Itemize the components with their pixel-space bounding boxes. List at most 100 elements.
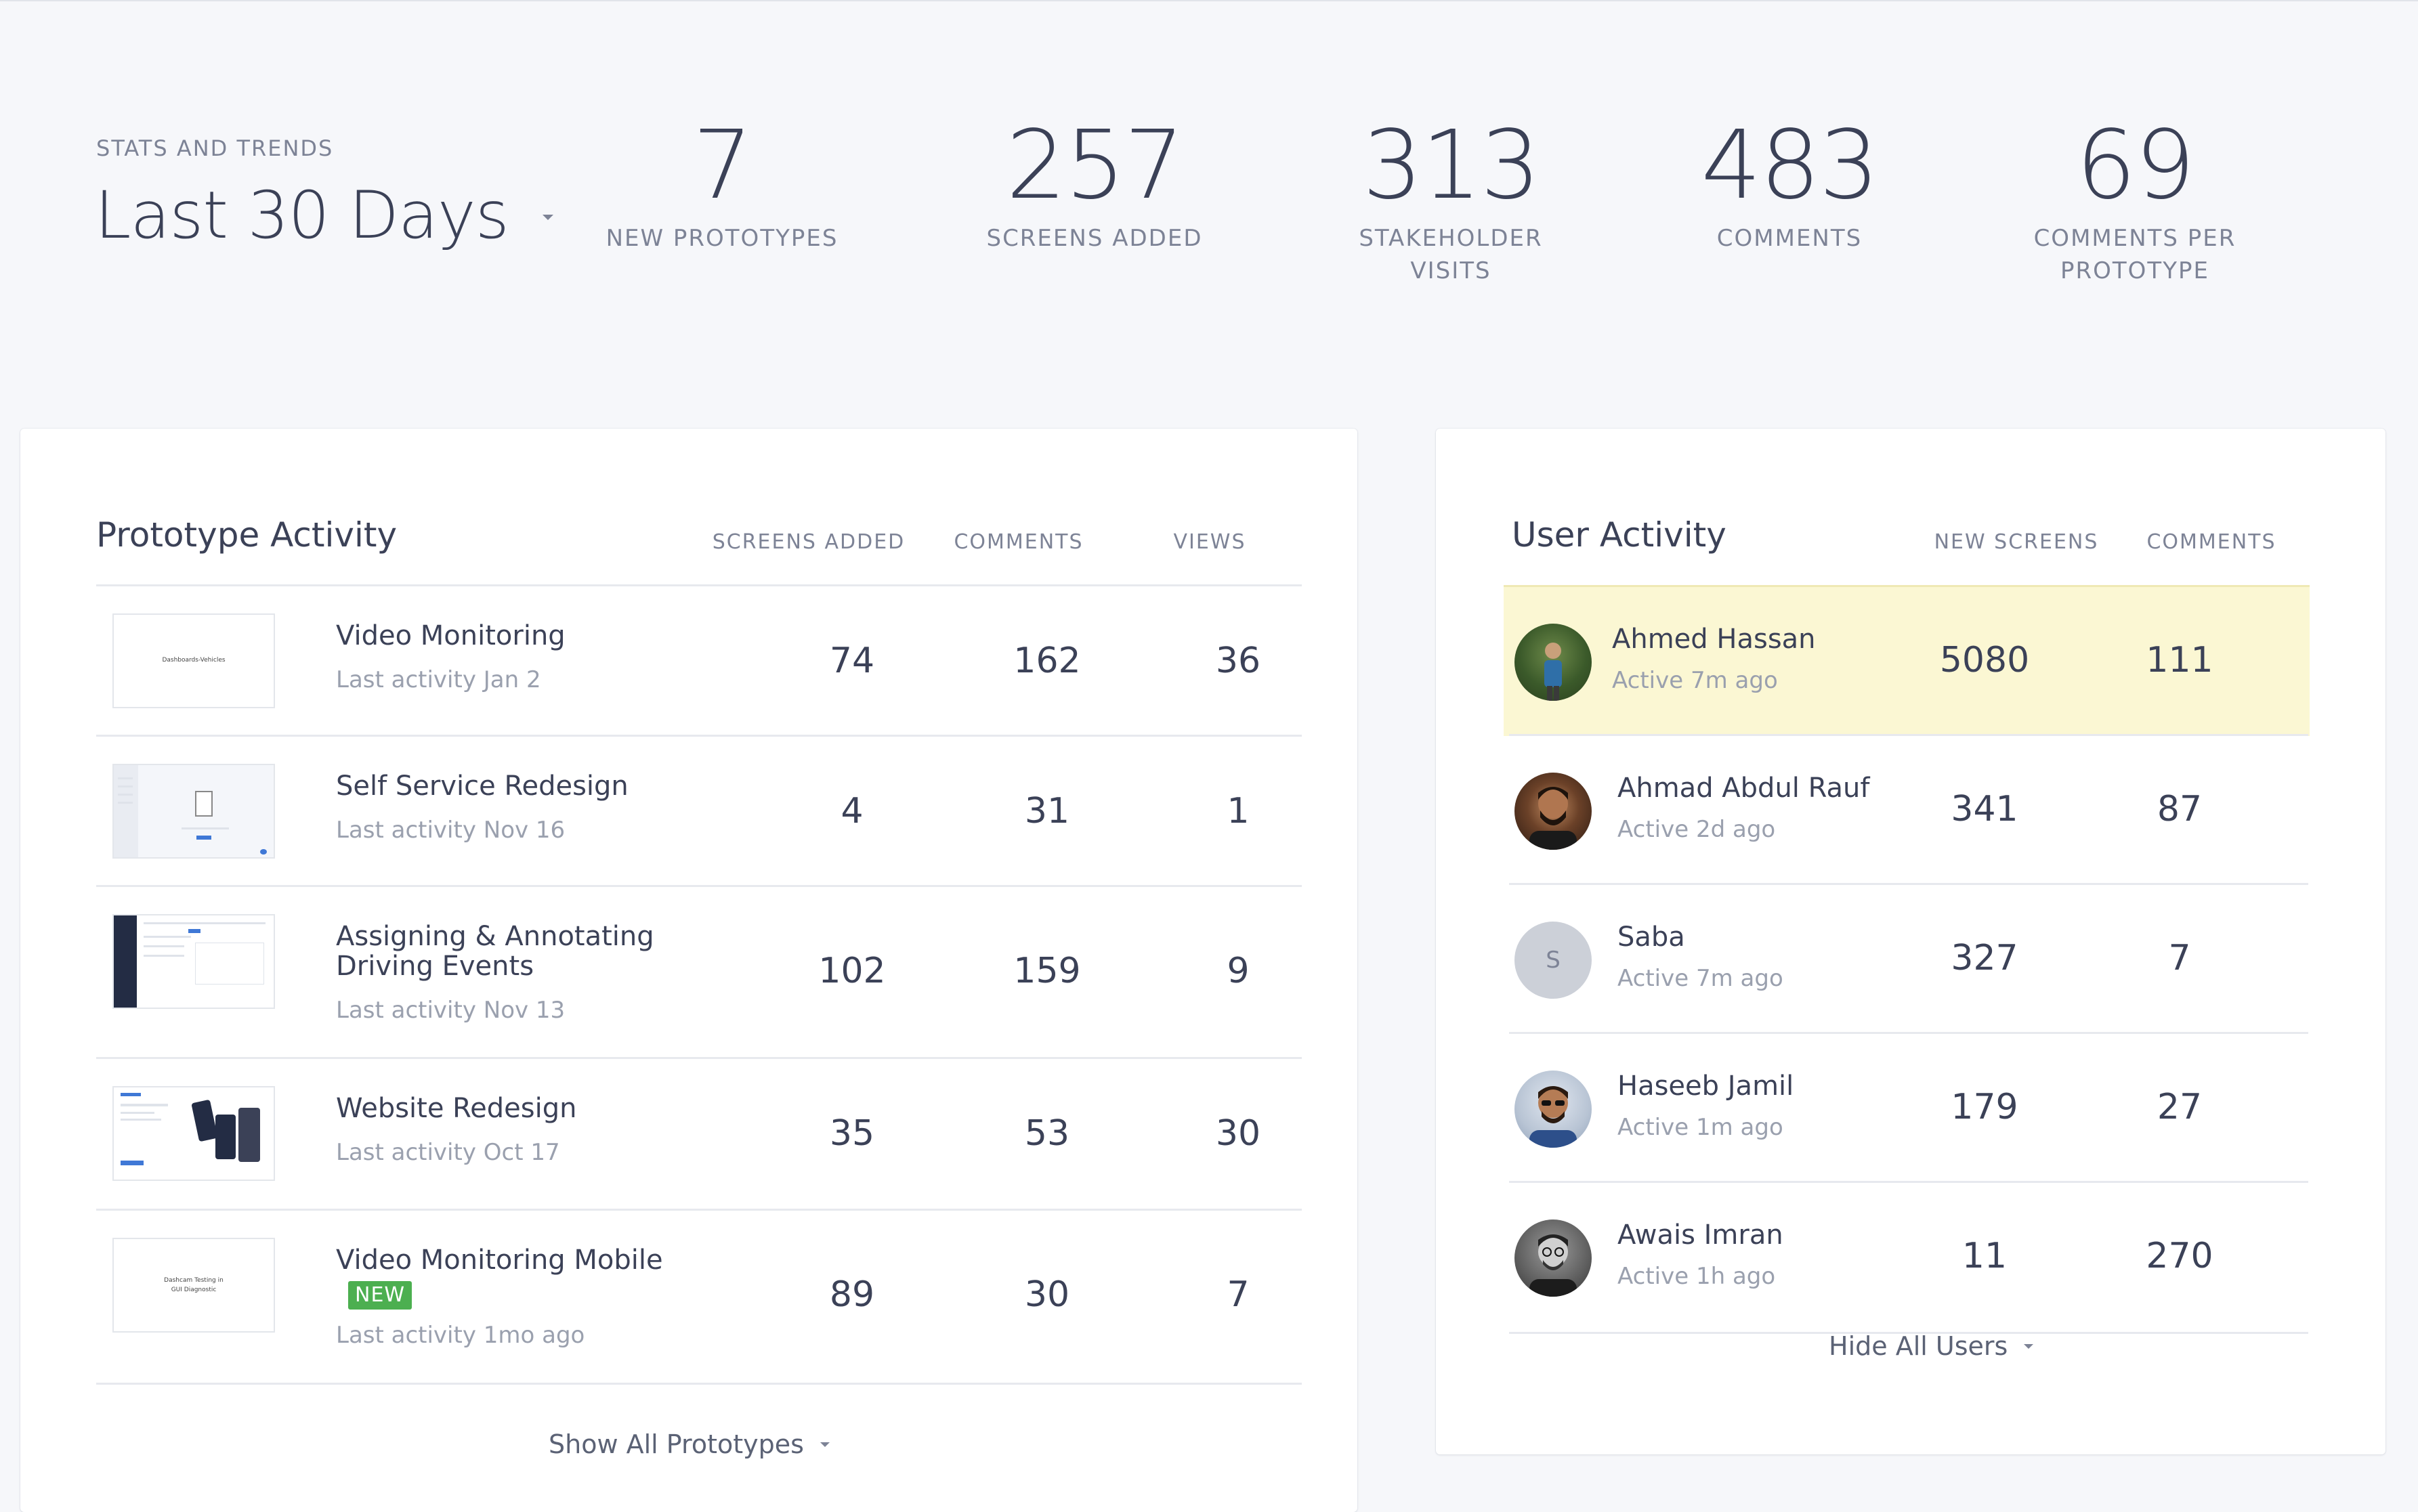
screens-added-value: 89 (829, 1274, 875, 1315)
prototype-last-activity: Last activity Nov 13 (336, 997, 566, 1024)
avatar[interactable] (1514, 773, 1592, 850)
person-icon (1529, 1086, 1577, 1148)
user-row[interactable]: Ahmad Abdul Rauf Active 2d ago 341 87 (1509, 734, 2308, 885)
prototype-thumbnail[interactable]: Dashcam Testing in GUI Diagnostic (112, 1238, 275, 1333)
user-name[interactable]: Saba (1617, 922, 1685, 953)
comments-value: 27 (2157, 1087, 2203, 1127)
prototype-last-activity: Last activity Nov 16 (336, 817, 566, 844)
hide-all-label: Hide All Users (1829, 1331, 2008, 1361)
prototype-name[interactable]: Video Monitoring (336, 620, 566, 651)
column-header-screens-added[interactable]: SCREENS ADDED (707, 530, 910, 554)
prototype-name[interactable]: Self Service Redesign (336, 771, 629, 802)
comments-value: 53 (1024, 1113, 1070, 1154)
stat-label: SCREENS ADDED (986, 225, 1203, 252)
column-header-comments[interactable]: COMMENTS (2113, 530, 2310, 554)
stat-label-line2: VISITS (1410, 257, 1491, 284)
user-row[interactable]: S Saba Active 7m ago 327 7 (1509, 883, 2308, 1034)
avatar-initial: S (1546, 947, 1561, 974)
column-header-views[interactable]: VIEWS (1108, 530, 1311, 554)
prototype-last-activity: Last activity Oct 17 (336, 1139, 560, 1166)
prototype-thumbnail[interactable]: Dashboards-Vehicles (112, 613, 275, 708)
prototype-name[interactable]: Assigning & Annotating (336, 921, 654, 952)
top-divider (0, 0, 2418, 1)
chevron-down-icon (542, 215, 553, 220)
new-badge: NEW (348, 1281, 412, 1310)
stat-label-line2: PROTOTYPE (2060, 257, 2209, 284)
show-all-label: Show All Prototypes (549, 1429, 804, 1459)
stat-value: 69 (2075, 110, 2195, 221)
prototype-thumbnail[interactable] (112, 1086, 275, 1181)
views-value: 7 (1227, 1274, 1250, 1315)
date-range-dropdown[interactable]: Last 30 Days (95, 175, 553, 256)
new-screens-value: 179 (1951, 1087, 2018, 1127)
prototype-activity-card: Prototype Activity SCREENS ADDED COMMENT… (20, 429, 1357, 1512)
chevron-down-icon (820, 1442, 830, 1447)
user-name[interactable]: Ahmad Abdul Rauf (1617, 773, 1869, 804)
stat-comments-per-prototype: 69 COMMENTS PER PROTOTYPE (2006, 115, 2264, 287)
avatar[interactable]: S (1514, 922, 1592, 999)
thumbnail-caption-line2: GUI Diagnostic (171, 1287, 217, 1293)
prototype-name[interactable]: Website Redesign (336, 1093, 576, 1124)
prototype-row[interactable]: Dashcam Testing in GUI Diagnostic Video … (96, 1209, 1302, 1385)
prototype-last-activity: Last activity Jan 2 (336, 666, 541, 693)
stat-label: COMMENTS (1716, 225, 1863, 252)
prototype-row[interactable]: Dashboards-Vehicles Video Monitoring Las… (96, 584, 1302, 737)
comments-value: 31 (1024, 791, 1070, 831)
prototype-thumbnail[interactable] (112, 914, 275, 1009)
user-status: Active 7m ago (1617, 965, 1783, 992)
comments-value: 30 (1024, 1274, 1070, 1315)
avatar[interactable] (1514, 1071, 1592, 1148)
screens-added-value: 35 (829, 1113, 875, 1154)
person-icon (1529, 1234, 1577, 1297)
views-value: 9 (1227, 951, 1250, 991)
stat-value: 483 (1701, 110, 1879, 221)
views-value: 36 (1215, 641, 1261, 681)
views-value: 30 (1215, 1113, 1261, 1154)
stat-comments: 483 COMMENTS (1661, 115, 1918, 255)
prototype-name[interactable]: Video Monitoring Mobile (336, 1245, 663, 1276)
chevron-down-icon (2024, 1343, 2034, 1349)
prototype-name-line2[interactable]: Driving Events (336, 951, 534, 982)
prototype-row[interactable]: Self Service Redesign Last activity Nov … (96, 735, 1302, 887)
person-icon (1529, 787, 1577, 850)
prototype-last-activity: Last activity 1mo ago (336, 1322, 585, 1349)
comments-value: 87 (2157, 789, 2203, 829)
user-row[interactable]: Haseeb Jamil Active 1m ago 179 27 (1509, 1032, 2308, 1183)
user-row[interactable]: Ahmed Hassan Active 7m ago 5080 111 (1504, 585, 2310, 736)
stat-screens-added: 257 SCREENS ADDED (966, 115, 1223, 255)
comments-value: 162 (1013, 641, 1081, 681)
column-header-new-screens[interactable]: NEW SCREENS (1918, 530, 2115, 554)
prototype-row[interactable]: Assigning & Annotating Driving Events La… (96, 885, 1302, 1059)
user-status: Active 7m ago (1612, 667, 1778, 694)
new-screens-value: 11 (1961, 1236, 2008, 1276)
new-screens-value: 5080 (1939, 640, 2030, 681)
stat-stakeholder-visits: 313 STAKEHOLDER VISITS (1322, 115, 1579, 287)
hide-all-users-button[interactable]: Hide All Users (1829, 1326, 2034, 1366)
stat-label: NEW PROTOTYPES (606, 225, 839, 252)
comments-value: 111 (2146, 640, 2213, 681)
stat-value: 313 (1362, 110, 1540, 221)
avatar[interactable] (1514, 1219, 1592, 1297)
prototype-row[interactable]: Website Redesign Last activity Oct 17 35… (96, 1057, 1302, 1211)
stat-value: 257 (1006, 110, 1184, 221)
person-icon (1544, 643, 1562, 701)
avatar[interactable] (1514, 624, 1592, 701)
column-header-comments[interactable]: COMMENTS (917, 530, 1120, 554)
comments-value: 159 (1013, 951, 1081, 991)
card-title: User Activity (1512, 515, 1726, 555)
card-title: Prototype Activity (96, 515, 398, 555)
user-row[interactable]: Awais Imran Active 1h ago 11 270 (1509, 1181, 2308, 1334)
new-screens-value: 327 (1951, 938, 2018, 978)
comments-value: 270 (2146, 1236, 2213, 1276)
user-status: Active 1h ago (1617, 1263, 1776, 1290)
stat-value: 7 (692, 110, 752, 221)
user-name[interactable]: Haseeb Jamil (1617, 1071, 1794, 1102)
user-status: Active 1m ago (1617, 1114, 1783, 1141)
stat-label: COMMENTS PER (2033, 225, 2236, 252)
user-name[interactable]: Awais Imran (1617, 1219, 1783, 1251)
user-activity-card: User Activity NEW SCREENS COMMENTS Ahmed… (1436, 429, 2385, 1454)
show-all-prototypes-button[interactable]: Show All Prototypes (549, 1424, 830, 1465)
prototype-thumbnail[interactable] (112, 764, 275, 859)
user-name[interactable]: Ahmed Hassan (1612, 624, 1816, 655)
thumbnail-caption: Dashcam Testing in (164, 1277, 224, 1284)
